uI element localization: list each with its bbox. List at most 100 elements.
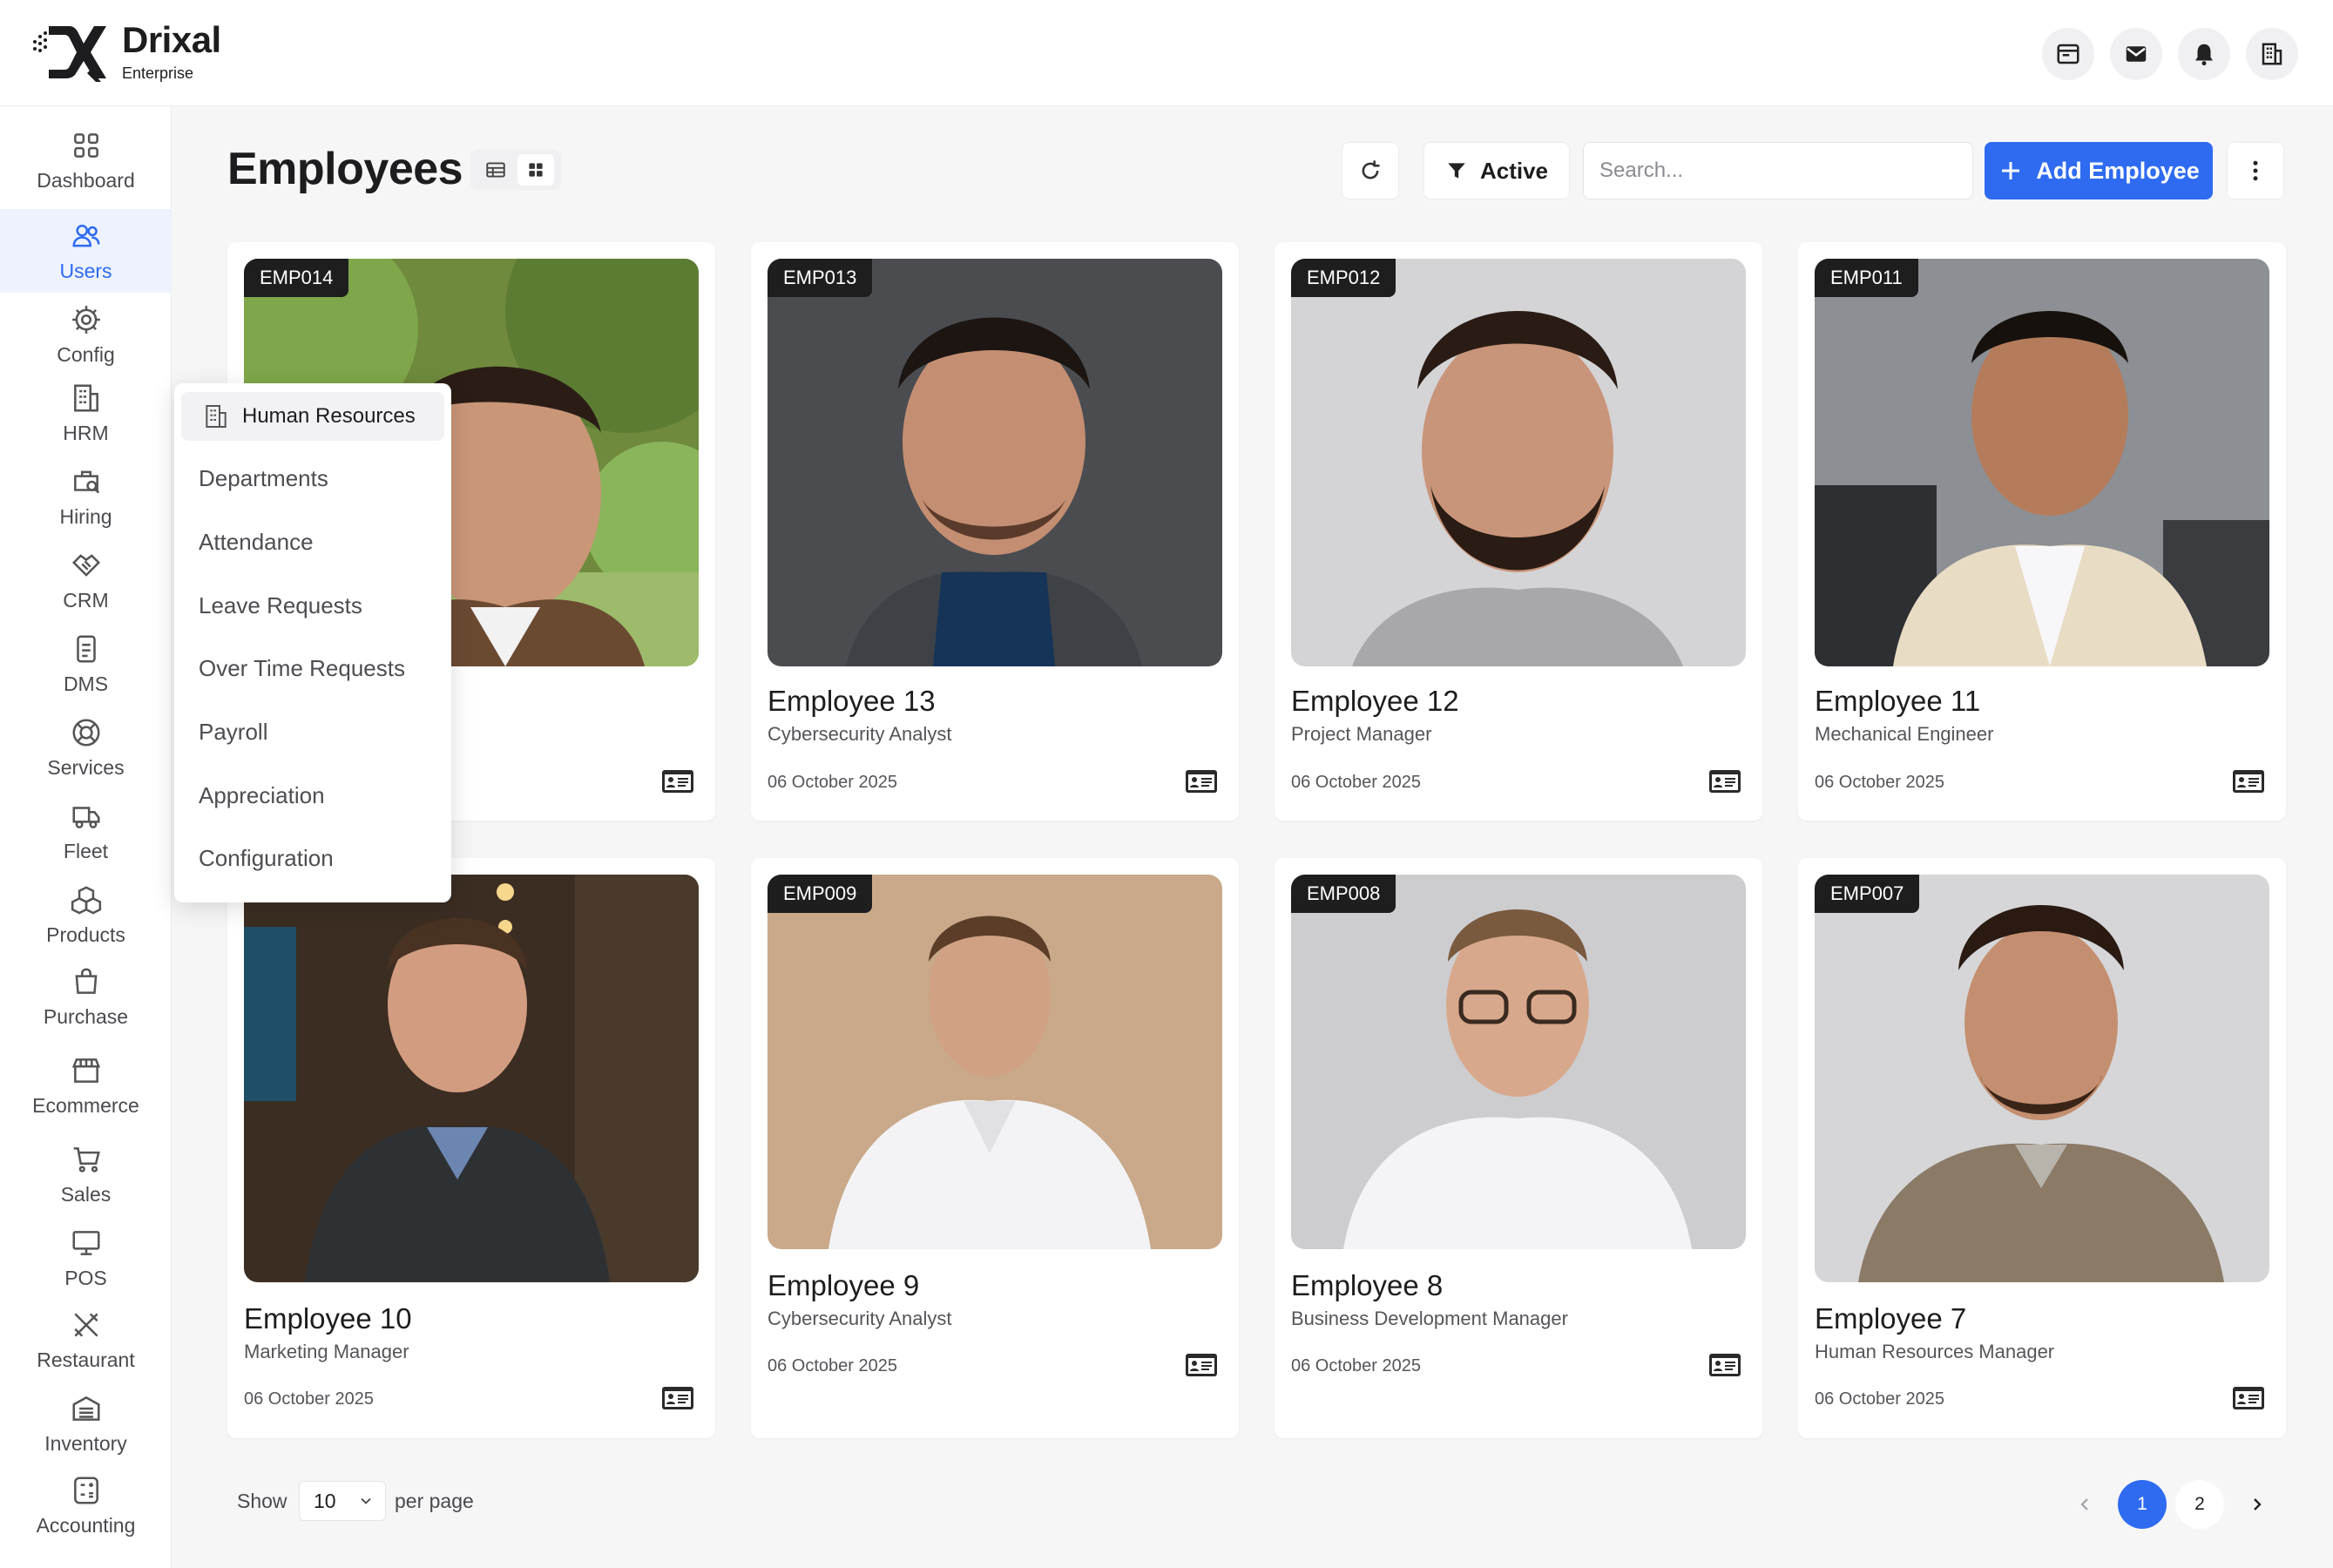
employee-code-badge: EMP012 <box>1291 259 1396 297</box>
menu-item-attendance[interactable]: Attendance <box>199 529 314 556</box>
id-card-icon[interactable] <box>661 1386 694 1410</box>
sidebar-item-label: Hiring <box>59 504 112 528</box>
submenu-header[interactable]: Human Resources <box>181 392 444 441</box>
add-employee-button[interactable]: Add Employee <box>1985 142 2213 199</box>
pagination: 1 2 <box>2060 1480 2282 1529</box>
page-button-2[interactable]: 2 <box>2175 1480 2224 1529</box>
brand-logo[interactable]: Drixal Enterprise <box>30 21 221 84</box>
employee-portrait <box>1815 875 2269 1282</box>
sidebar-item-accounting[interactable]: Accounting <box>0 1463 172 1547</box>
notifications-button[interactable] <box>2178 28 2230 80</box>
sidebar-item-label: Accounting <box>36 1513 136 1537</box>
browser-window-button[interactable] <box>2042 28 2094 80</box>
warehouse-icon <box>71 1396 100 1421</box>
next-page-button[interactable] <box>2233 1480 2282 1529</box>
store-icon <box>71 1058 100 1083</box>
mail-button[interactable] <box>2110 28 2162 80</box>
search-input[interactable] <box>1583 142 1973 199</box>
prev-page-button[interactable] <box>2060 1480 2109 1529</box>
id-card-icon[interactable] <box>2232 1386 2265 1410</box>
id-card-icon[interactable] <box>1185 1353 1218 1377</box>
table-icon <box>486 162 505 178</box>
id-card-icon[interactable] <box>1708 769 1741 794</box>
employee-role: Marketing Manager <box>244 1341 409 1362</box>
more-options-button[interactable] <box>2227 142 2284 199</box>
employee-card[interactable]: EMP012 Employee 12 Project Manager 06 Oc… <box>1275 242 1762 821</box>
sidebar-item-dashboard[interactable]: Dashboard <box>0 118 172 202</box>
id-card-icon[interactable] <box>1708 1353 1741 1377</box>
per-page-label: per page <box>395 1490 474 1512</box>
sidebar-item-label: Products <box>46 923 125 946</box>
employee-name[interactable]: Employee 11 <box>1815 685 1980 718</box>
employee-card[interactable]: EMP007 Employee 7 Human Resources Manage… <box>1798 858 2286 1438</box>
employee-card[interactable]: Employee 10 Marketing Manager 06 October… <box>227 858 715 1438</box>
employee-joined-date: 06 October 2025 <box>768 773 897 792</box>
add-employee-label: Add Employee <box>2036 157 2200 184</box>
menu-item-leave-requests[interactable]: Leave Requests <box>199 592 362 619</box>
table-view-button[interactable] <box>477 154 514 186</box>
sidebar-item-config[interactable]: Config <box>0 293 172 376</box>
menu-item-appreciation[interactable]: Appreciation <box>199 782 325 809</box>
sidebar-item-label: Purchase <box>43 1004 129 1028</box>
mail-icon <box>2126 46 2147 62</box>
sidebar-item-fleet[interactable]: Fleet <box>0 789 172 873</box>
grid-view-button[interactable] <box>517 154 554 186</box>
company-button[interactable] <box>2246 28 2298 80</box>
sidebar-item-crm[interactable]: CRM <box>0 538 172 622</box>
id-card-icon[interactable] <box>661 769 694 794</box>
sidebar-item-pos[interactable]: POS <box>0 1216 172 1300</box>
sidebar-item-services[interactable]: Services <box>0 706 172 789</box>
menu-item-payroll[interactable]: Payroll <box>199 719 267 746</box>
sidebar-item-purchase[interactable]: Purchase <box>0 955 172 1038</box>
employee-card[interactable]: EMP011 Employee 11 Mechanical Engineer 0… <box>1798 242 2286 821</box>
boxes-icon <box>71 885 101 914</box>
sidebar-item-hiring[interactable]: Hiring <box>0 455 172 538</box>
employee-name[interactable]: Employee 10 <box>244 1302 412 1335</box>
chevron-left-icon <box>2080 1498 2088 1511</box>
sidebar-item-hrm[interactable]: HRM <box>0 371 172 455</box>
per-page-select[interactable]: 10 <box>299 1481 386 1521</box>
users-icon <box>71 224 100 247</box>
browser-window-icon <box>2057 44 2079 64</box>
sidebar-item-dms[interactable]: DMS <box>0 622 172 706</box>
employee-joined-date: 06 October 2025 <box>1291 1356 1421 1375</box>
employee-role: Mechanical Engineer <box>1815 723 1994 745</box>
employee-name[interactable]: Employee 7 <box>1815 1302 1966 1335</box>
sidebar-item-label: Ecommerce <box>32 1093 139 1117</box>
page-button-1[interactable]: 1 <box>2118 1480 2167 1529</box>
employee-portrait <box>1815 259 2269 666</box>
status-filter-button[interactable]: Active <box>1423 142 1570 199</box>
sidebar-item-label: CRM <box>63 588 109 612</box>
view-toggle <box>470 150 561 190</box>
sidebar: Dashboard Users Config HRM Hiring CRM DM… <box>0 106 172 1568</box>
employee-name[interactable]: Employee 9 <box>768 1269 919 1302</box>
menu-item-overtime-requests[interactable]: Over Time Requests <box>199 655 405 682</box>
sidebar-item-restaurant[interactable]: Restaurant <box>0 1298 172 1382</box>
employee-photo <box>244 875 699 1282</box>
sidebar-item-users[interactable]: Users <box>0 209 172 293</box>
id-card-icon[interactable] <box>1185 769 1218 794</box>
sidebar-item-ecommerce[interactable]: Ecommerce <box>0 1044 172 1127</box>
show-label: Show <box>237 1490 287 1512</box>
employee-role: Project Manager <box>1291 723 1432 745</box>
sidebar-item-label: Dashboard <box>37 168 135 192</box>
employee-name[interactable]: Employee 8 <box>1291 1269 1443 1302</box>
sidebar-item-products[interactable]: Products <box>0 873 172 956</box>
sidebar-item-inventory[interactable]: Inventory <box>0 1382 172 1465</box>
employee-joined-date: 06 October 2025 <box>1815 1389 1944 1409</box>
cart-icon <box>73 1146 100 1173</box>
refresh-button[interactable] <box>1342 142 1399 199</box>
menu-item-configuration[interactable]: Configuration <box>199 845 334 872</box>
employee-card[interactable]: EMP008 Employee 8 Business Development M… <box>1275 858 1762 1438</box>
sidebar-item-sales[interactable]: Sales <box>0 1132 172 1216</box>
employee-name[interactable]: Employee 12 <box>1291 685 1459 718</box>
sidebar-item-label: Inventory <box>44 1431 127 1455</box>
employee-card[interactable]: EMP013 Employee 13 Cybersecurity Analyst… <box>751 242 1239 821</box>
employee-code-badge: EMP014 <box>244 259 349 297</box>
employee-name[interactable]: Employee 13 <box>768 685 936 718</box>
employee-card[interactable]: EMP009 Employee 9 Cybersecurity Analyst … <box>751 858 1239 1438</box>
menu-item-departments[interactable]: Departments <box>199 465 328 492</box>
id-card-icon[interactable] <box>2232 769 2265 794</box>
hr-submenu: Human Resources Departments Attendance L… <box>174 383 451 902</box>
employee-portrait <box>768 875 1222 1249</box>
